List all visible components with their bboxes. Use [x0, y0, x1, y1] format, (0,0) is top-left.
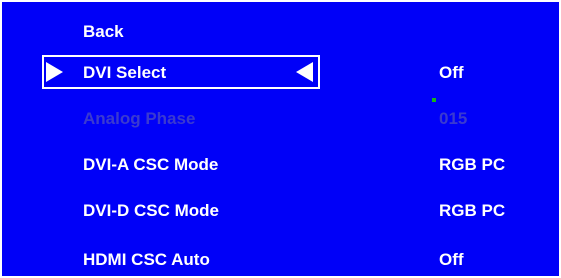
- menu-item-value: Off: [439, 250, 464, 269]
- menu-item-value: RGB PC: [439, 155, 506, 174]
- menu-item-dvi-d-csc-mode[interactable]: DVI-D CSC Mode RGB PC: [2, 195, 559, 229]
- osd-menu: Back DVI Select Off Analog Phase 015 DVI…: [0, 0, 561, 278]
- back-menu-item[interactable]: Back: [2, 16, 559, 50]
- menu-item-value: 015: [439, 109, 468, 128]
- menu-item-analog-phase: Analog Phase 015: [2, 103, 559, 137]
- menu-item-label: DVI Select: [83, 63, 167, 82]
- menu-item-label: Analog Phase: [83, 109, 196, 128]
- menu-item-value: RGB PC: [439, 201, 506, 220]
- menu-item-value: Off: [439, 63, 464, 82]
- menu-item-dvi-a-csc-mode[interactable]: DVI-A CSC Mode RGB PC: [2, 149, 559, 183]
- menu-item-dvi-select[interactable]: DVI Select Off: [2, 57, 559, 91]
- menu-item-label: DVI-D CSC Mode: [83, 201, 219, 220]
- status-marker: [432, 98, 436, 102]
- menu-item-hdmi-csc-auto[interactable]: HDMI CSC Auto Off: [2, 244, 559, 278]
- back-label: Back: [83, 22, 124, 41]
- menu-item-label: HDMI CSC Auto: [83, 250, 210, 269]
- menu-item-label: DVI-A CSC Mode: [83, 155, 219, 174]
